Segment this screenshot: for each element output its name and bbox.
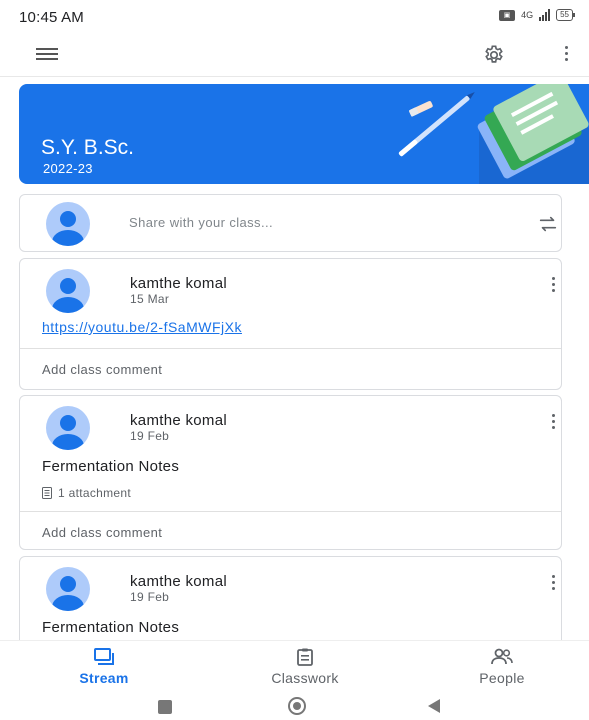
divider bbox=[20, 511, 561, 512]
class-banner[interactable]: S.Y. B.Sc. 2022-23 bbox=[19, 84, 589, 184]
signal-icon bbox=[539, 9, 551, 21]
app-bar bbox=[0, 34, 589, 77]
people-icon bbox=[491, 648, 513, 665]
banner-illustration bbox=[398, 84, 589, 184]
tab-label: Stream bbox=[79, 670, 129, 686]
avatar bbox=[46, 202, 90, 246]
classwork-icon bbox=[297, 648, 313, 666]
post-title: Fermentation Notes bbox=[42, 458, 180, 475]
system-navigation bbox=[0, 690, 589, 720]
status-bar: 10:45 AM ▣ 4G 55 bbox=[0, 0, 589, 34]
post-link[interactable]: https://youtu.be/2-fSaMWFjXk bbox=[42, 319, 242, 335]
tab-people[interactable]: People bbox=[462, 647, 542, 686]
class-section: 2022-23 bbox=[43, 161, 93, 176]
post-card[interactable]: kamthe komal 19 Feb Fermentation Notes 1… bbox=[19, 395, 562, 550]
post-date: 19 Feb bbox=[130, 429, 170, 443]
share-placeholder[interactable]: Share with your class... bbox=[129, 215, 273, 230]
hamburger-menu-icon[interactable] bbox=[36, 46, 58, 62]
add-class-comment[interactable]: Add class comment bbox=[42, 525, 162, 540]
repost-icon[interactable] bbox=[537, 213, 557, 233]
tab-label: People bbox=[479, 670, 525, 686]
share-card[interactable]: Share with your class... bbox=[19, 194, 562, 252]
add-class-comment[interactable]: Add class comment bbox=[42, 362, 162, 377]
more-vert-icon[interactable] bbox=[547, 275, 559, 295]
home-icon[interactable] bbox=[288, 697, 306, 715]
divider bbox=[20, 348, 561, 349]
post-date: 15 Mar bbox=[130, 292, 170, 306]
attachment-label: 1 attachment bbox=[58, 486, 131, 500]
post-author: kamthe komal bbox=[130, 573, 227, 590]
post-card[interactable]: kamthe komal 15 Mar https://youtu.be/2-f… bbox=[19, 258, 562, 390]
battery-icon: 55 bbox=[556, 9, 575, 21]
more-vert-icon[interactable] bbox=[547, 412, 559, 432]
status-icons: ▣ 4G 55 bbox=[499, 9, 575, 21]
network-type: 4G bbox=[521, 10, 534, 20]
stream-icon bbox=[94, 648, 114, 665]
sim-icon: ▣ bbox=[499, 9, 516, 21]
tab-label: Classwork bbox=[271, 670, 339, 686]
tab-classwork[interactable]: Classwork bbox=[250, 647, 360, 686]
more-vert-icon[interactable] bbox=[547, 573, 559, 593]
tab-stream[interactable]: Stream bbox=[68, 647, 140, 686]
back-icon[interactable] bbox=[428, 699, 440, 713]
attachment-icon bbox=[42, 487, 52, 499]
class-title: S.Y. B.Sc. bbox=[41, 136, 134, 159]
post-author: kamthe komal bbox=[130, 275, 227, 292]
more-vert-icon[interactable] bbox=[558, 44, 574, 66]
avatar bbox=[46, 269, 90, 313]
settings-gear-icon[interactable] bbox=[483, 44, 505, 66]
status-time: 10:45 AM bbox=[19, 9, 84, 26]
post-author: kamthe komal bbox=[130, 412, 227, 429]
post-title: Fermentation Notes bbox=[42, 619, 180, 636]
post-date: 19 Feb bbox=[130, 590, 170, 604]
avatar bbox=[46, 567, 90, 611]
bottom-navigation: Stream Classwork People bbox=[0, 640, 589, 691]
avatar bbox=[46, 406, 90, 450]
recent-apps-icon[interactable] bbox=[158, 700, 172, 714]
attachment-count[interactable]: 1 attachment bbox=[42, 486, 131, 500]
